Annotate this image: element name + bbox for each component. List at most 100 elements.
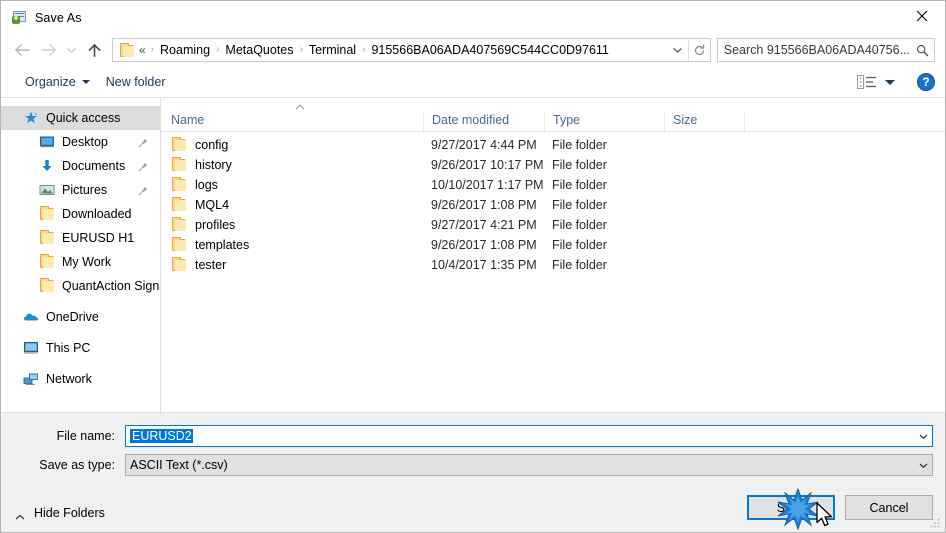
breadcrumb-item-terminal[interactable]: Terminal xyxy=(306,39,359,61)
search-button[interactable] xyxy=(910,39,934,61)
sidebar-item-quantaction-signal[interactable]: QuantAction Signal xyxy=(1,274,160,298)
help-button[interactable]: ? xyxy=(917,73,935,91)
sidebar-item-documents[interactable]: Documents xyxy=(1,154,160,178)
up-one-level-button[interactable] xyxy=(81,37,107,63)
save-as-icon xyxy=(11,10,27,26)
sidebar-item-onedrive[interactable]: OneDrive xyxy=(1,305,160,329)
file-name-label: config xyxy=(195,138,229,152)
filename-label: File name: xyxy=(56,429,115,443)
address-bar[interactable]: « › Roaming › MetaQuotes › Terminal › 91… xyxy=(112,38,711,62)
table-row[interactable]: config 9/27/2017 4:44 PM File folder xyxy=(161,135,945,155)
breadcrumb-item-roaming[interactable]: Roaming xyxy=(157,39,213,61)
back-button[interactable] xyxy=(9,37,35,63)
sidebar-item-label: My Work xyxy=(62,255,112,269)
breadcrumb-separator: › xyxy=(299,44,303,55)
file-date-cell: 10/10/2017 1:17 PM xyxy=(431,178,544,192)
column-header-size[interactable]: Size xyxy=(664,111,744,131)
breadcrumb-item-metaquotes[interactable]: MetaQuotes xyxy=(222,39,296,61)
network-icon xyxy=(23,371,39,387)
navigation-bar: « › Roaming › MetaQuotes › Terminal › 91… xyxy=(1,34,945,66)
filename-combobox[interactable]: EURUSD2 xyxy=(125,425,933,447)
resize-grip-icon[interactable] xyxy=(929,517,941,529)
back-arrow-icon xyxy=(14,44,30,56)
forward-arrow-icon xyxy=(40,44,56,56)
folder-icon xyxy=(39,278,55,294)
table-row[interactable]: profiles 9/27/2017 4:21 PM File folder xyxy=(161,215,945,235)
pin-icon[interactable] xyxy=(138,185,148,196)
refresh-icon xyxy=(694,44,704,55)
dialog-footer: File name: EURUSD2 Save as type: ASCII T… xyxy=(1,412,945,532)
sidebar-item-label: This PC xyxy=(46,341,91,355)
pin-icon[interactable] xyxy=(138,137,148,148)
help-icon: ? xyxy=(922,75,930,89)
sidebar-item-label: OneDrive xyxy=(46,310,99,324)
forward-button[interactable] xyxy=(35,37,61,63)
file-name-label: templates xyxy=(195,238,250,252)
recent-locations-button[interactable] xyxy=(61,37,81,63)
folder-icon xyxy=(171,217,187,233)
search-icon xyxy=(916,44,928,56)
filetype-dropdown-button[interactable] xyxy=(914,455,932,475)
file-type-cell: File folder xyxy=(552,198,607,212)
folder-icon xyxy=(171,237,187,253)
folder-icon xyxy=(171,197,187,213)
address-dropdown-button[interactable] xyxy=(668,39,688,61)
filetype-label: Save as type: xyxy=(39,458,115,472)
folder-icon xyxy=(39,206,55,222)
up-arrow-icon xyxy=(87,43,101,57)
refresh-button[interactable] xyxy=(687,39,710,61)
filename-value: EURUSD2 xyxy=(130,429,193,443)
search-box[interactable]: Search 915566BA06ADA40756... xyxy=(716,38,935,62)
column-header-name[interactable]: Name xyxy=(161,111,423,131)
chevron-down-icon xyxy=(919,434,927,439)
table-row[interactable]: MQL4 9/26/2017 1:08 PM File folder xyxy=(161,195,945,215)
column-header-date-modified[interactable]: Date modified xyxy=(423,111,544,131)
sidebar-item-downloaded[interactable]: Downloaded xyxy=(1,202,160,226)
breadcrumb-overflow[interactable]: « xyxy=(139,39,148,61)
save-button[interactable]: Save xyxy=(747,495,835,520)
change-view-button[interactable] xyxy=(853,72,899,92)
navigation-pane: Quick access Desktop Documents Pictures … xyxy=(1,98,161,412)
sidebar-item-desktop[interactable]: Desktop xyxy=(1,130,160,154)
close-button[interactable] xyxy=(899,1,945,31)
table-row[interactable]: logs 10/10/2017 1:17 PM File folder xyxy=(161,175,945,195)
file-name-label: history xyxy=(195,158,232,172)
sidebar-item-pictures[interactable]: Pictures xyxy=(1,178,160,202)
file-name-cell: history xyxy=(161,157,423,173)
folder-icon xyxy=(39,254,55,270)
folder-icon xyxy=(171,137,187,153)
table-row[interactable]: history 9/26/2017 10:17 PM File folder xyxy=(161,155,945,175)
file-type-cell: File folder xyxy=(552,138,607,152)
sidebar-item-label: EURUSD H1 xyxy=(62,231,135,245)
chevron-down-icon xyxy=(66,48,76,53)
folder-icon xyxy=(171,257,187,273)
sidebar-item-this-pc[interactable]: This PC xyxy=(1,336,160,360)
table-row[interactable]: tester 10/4/2017 1:35 PM File folder xyxy=(161,255,945,275)
sidebar-item-network[interactable]: Network xyxy=(1,367,160,391)
cancel-button[interactable]: Cancel xyxy=(845,495,933,520)
quick-access-star-icon xyxy=(23,110,39,126)
filename-input[interactable]: EURUSD2 xyxy=(126,429,914,443)
command-bar: Organize New folder ? xyxy=(1,66,945,98)
breadcrumb-item-terminal-id[interactable]: 915566BA06ADA407569C544CC0D97611 xyxy=(368,39,611,61)
sidebar-item-my-work[interactable]: My Work xyxy=(1,250,160,274)
hide-folders-button[interactable]: Hide Folders xyxy=(15,506,105,520)
column-header-type[interactable]: Type xyxy=(544,111,664,131)
new-folder-button[interactable]: New folder xyxy=(98,71,174,93)
filetype-combobox[interactable]: ASCII Text (*.csv) xyxy=(125,454,933,476)
table-row[interactable]: templates 9/26/2017 1:08 PM File folder xyxy=(161,235,945,255)
file-date-cell: 10/4/2017 1:35 PM xyxy=(431,258,537,272)
file-name-cell: tester xyxy=(161,257,423,273)
sidebar-item-quick-access[interactable]: Quick access xyxy=(1,106,160,130)
sidebar-item-label: Quick access xyxy=(46,111,121,125)
sidebar-item-eurusd-h1[interactable]: EURUSD H1 xyxy=(1,226,160,250)
this-pc-icon xyxy=(23,340,39,356)
file-rows: config 9/27/2017 4:44 PM File folder his… xyxy=(161,132,945,412)
filetype-value: ASCII Text (*.csv) xyxy=(130,458,228,472)
search-input[interactable]: Search 915566BA06ADA40756... xyxy=(724,43,910,57)
pin-icon[interactable] xyxy=(138,161,148,172)
file-date-cell: 9/26/2017 1:08 PM xyxy=(431,198,537,212)
filename-dropdown-button[interactable] xyxy=(914,426,932,446)
organize-button[interactable]: Organize xyxy=(17,71,98,93)
file-date-cell: 9/27/2017 4:44 PM xyxy=(431,138,537,152)
